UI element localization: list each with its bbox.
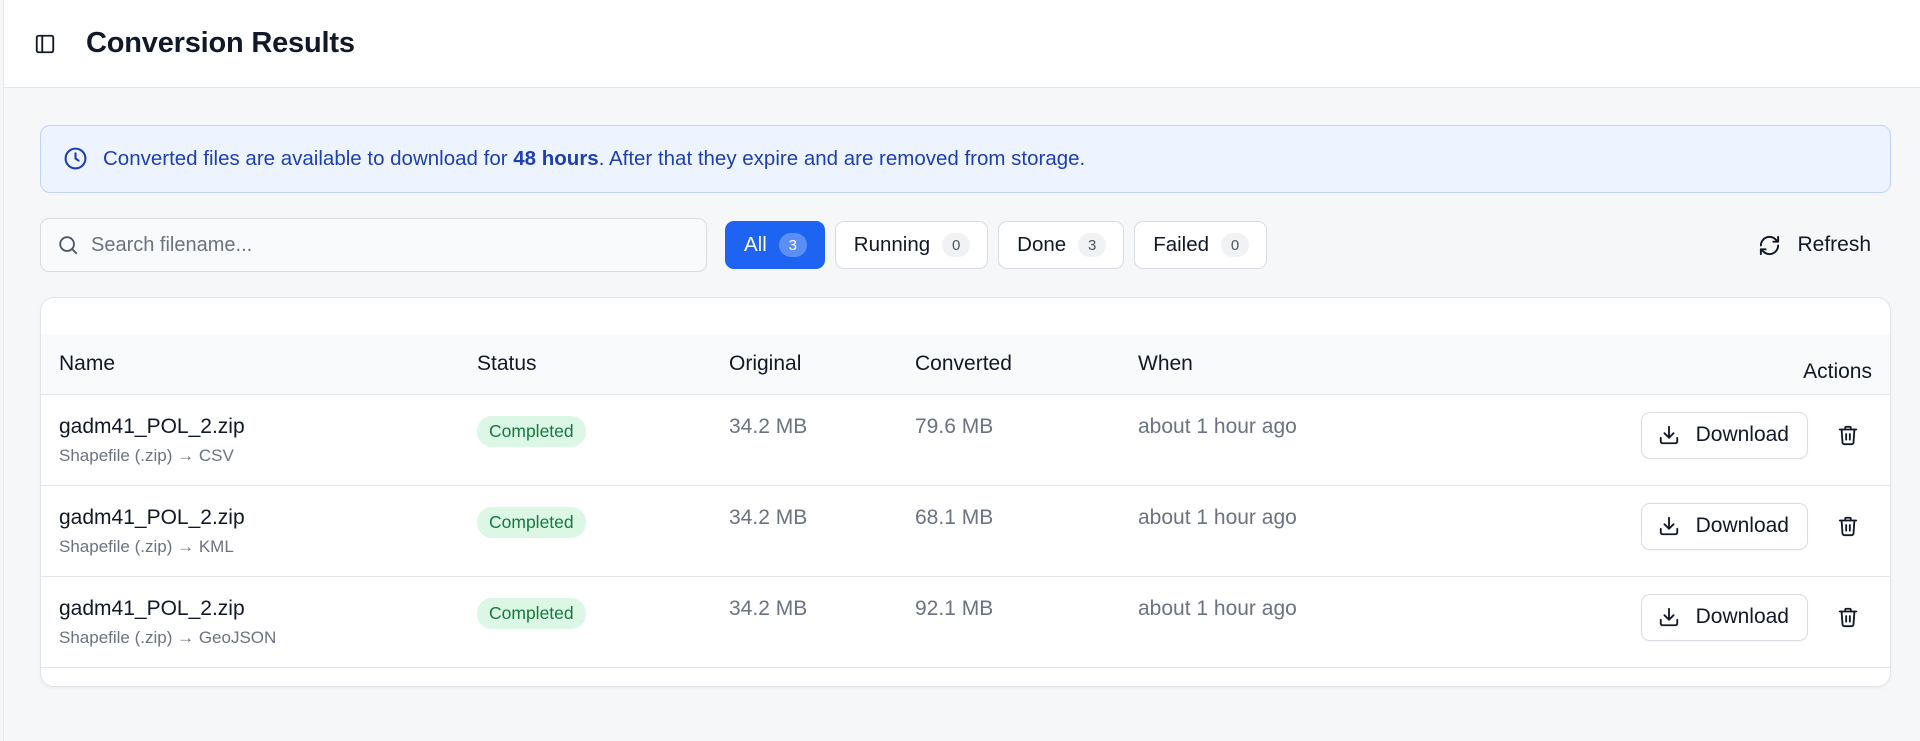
timestamp: about 1 hour ago — [1138, 414, 1297, 438]
filter-failed[interactable]: Failed 0 — [1134, 221, 1268, 269]
results-table-card: Name Status Original Converted When Acti… — [40, 297, 1891, 687]
delete-button[interactable] — [1826, 413, 1870, 457]
actions-cell: Download — [1530, 394, 1890, 485]
delete-button[interactable] — [1826, 504, 1870, 548]
search-input[interactable] — [91, 233, 651, 257]
column-header-converted: Converted — [915, 351, 1012, 375]
conversion-type: Shapefile (.zip) → CSV — [59, 445, 234, 465]
main-content: Converted files are available to downloa… — [4, 88, 1920, 687]
trash-icon — [1838, 516, 1858, 537]
filter-label: Running — [853, 233, 931, 256]
name-cell: gadm41_POL_2.zip Shapefile (.zip) → GeoJ… — [41, 576, 477, 667]
original-size: 34.2 MB — [729, 596, 808, 620]
timestamp: about 1 hour ago — [1138, 505, 1297, 529]
filter-all[interactable]: All 3 — [725, 221, 825, 269]
filter-count: 3 — [778, 233, 807, 257]
refresh-icon — [1760, 235, 1780, 255]
trash-icon — [1838, 425, 1858, 446]
column-header-name: Name — [59, 351, 116, 375]
name-cell: gadm41_POL_2.zip Shapefile (.zip) → KML — [41, 485, 477, 576]
converted-size: 79.6 MB — [915, 414, 994, 438]
name-cell: gadm41_POL_2.zip Shapefile (.zip) → CSV — [41, 394, 477, 485]
refresh-button[interactable]: Refresh — [1750, 221, 1879, 269]
filter-running[interactable]: Running 0 — [834, 221, 989, 269]
retention-notice: Converted files are available to downloa… — [40, 125, 1891, 193]
filter-label: All — [744, 233, 767, 256]
actions-cell: Download — [1530, 485, 1890, 576]
timestamp: about 1 hour ago — [1138, 596, 1297, 620]
search-icon — [59, 236, 78, 255]
column-header-actions: Actions — [1803, 360, 1872, 384]
column-header-status: Status — [477, 351, 537, 375]
file-name: gadm41_POL_2.zip — [59, 414, 245, 438]
clock-icon — [63, 146, 89, 172]
download-icon — [1659, 425, 1678, 445]
filter-count: 0 — [1221, 233, 1250, 257]
sidebar-toggle-icon — [35, 34, 55, 53]
table-row: gadm41_POL_2.zip Shapefile (.zip) → GeoJ… — [41, 576, 1890, 667]
status-cell: Completed — [477, 394, 729, 485]
column-header-original: Original — [729, 351, 802, 375]
status-cell: Completed — [477, 485, 729, 576]
file-name: gadm41_POL_2.zip — [59, 596, 245, 620]
filter-done[interactable]: Done 3 — [998, 221, 1125, 269]
download-label: Download — [1695, 423, 1789, 446]
status-badge: Completed — [477, 597, 586, 629]
column-header-when: When — [1138, 351, 1193, 375]
toolbar: All 3 Running 0 Done 3 Failed 0 — [40, 218, 1891, 272]
converted-size: 92.1 MB — [915, 596, 994, 620]
table-row: gadm41_POL_2.zip Shapefile (.zip) → KML … — [41, 485, 1890, 576]
status-badge: Completed — [477, 506, 586, 538]
notice-text: Converted files are available to downloa… — [103, 147, 1085, 171]
conversion-type: Shapefile (.zip) → GeoJSON — [59, 627, 277, 647]
status-badge: Completed — [477, 415, 586, 447]
refresh-label: Refresh — [1797, 233, 1871, 256]
download-button[interactable]: Download — [1640, 411, 1808, 459]
notice-text-bold: 48 hours — [513, 147, 599, 170]
table-row: gadm41_POL_2.zip Shapefile (.zip) → CSV … — [41, 394, 1890, 485]
download-label: Download — [1695, 605, 1789, 628]
original-size: 34.2 MB — [729, 505, 808, 529]
actions-cell: Download — [1530, 576, 1890, 667]
converted-size: 68.1 MB — [915, 505, 994, 529]
filter-label: Done — [1017, 233, 1067, 256]
search-box — [40, 218, 707, 272]
download-button[interactable]: Download — [1640, 593, 1808, 641]
download-icon — [1659, 607, 1678, 627]
trash-icon — [1838, 607, 1858, 628]
filter-count: 3 — [1078, 233, 1107, 257]
file-name: gadm41_POL_2.zip — [59, 505, 245, 529]
status-cell: Completed — [477, 576, 729, 667]
page-title: Conversion Results — [86, 27, 355, 59]
conversion-type: Shapefile (.zip) → KML — [59, 536, 234, 556]
sidebar-toggle-button[interactable] — [30, 29, 60, 59]
notice-text-after: . After that they expire and are removed… — [598, 147, 1086, 170]
table-header-row: Name Status Original Converted When Acti… — [41, 334, 1890, 394]
top-bar: Conversion Results — [4, 0, 1920, 88]
original-size: 34.2 MB — [729, 414, 808, 438]
app-root: Conversion Results Converted files are a… — [3, 0, 1920, 741]
download-button[interactable]: Download — [1640, 502, 1808, 550]
status-filter-group: All 3 Running 0 Done 3 Failed 0 — [725, 221, 1268, 269]
delete-button[interactable] — [1826, 595, 1870, 639]
download-icon — [1659, 516, 1678, 536]
filter-count: 0 — [942, 233, 971, 257]
filter-label: Failed — [1153, 233, 1210, 256]
download-label: Download — [1695, 514, 1789, 537]
notice-text-before: Converted files are available to downloa… — [103, 147, 514, 170]
results-table: Name Status Original Converted When Acti… — [41, 334, 1890, 668]
